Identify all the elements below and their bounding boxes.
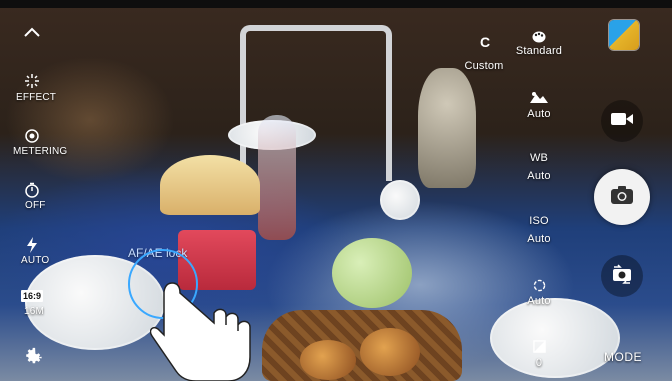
camera-icon [611, 185, 633, 209]
custom-label: Custom [464, 60, 504, 72]
iso-value: Auto [527, 233, 551, 245]
palette-icon[interactable] [530, 30, 548, 44]
metering-label: METERING [13, 146, 68, 157]
aperture-icon[interactable] [531, 277, 547, 293]
effect-label: EFFECT [16, 92, 57, 103]
gear-icon[interactable] [21, 345, 45, 369]
gallery-thumbnail[interactable] [609, 20, 639, 50]
hdr-value: Auto [527, 108, 551, 120]
camera-ui: EFFECT METERING OFF AUTO 16:9 16M AF/AE … [0, 0, 672, 381]
switch-camera-icon [610, 263, 634, 289]
hdr-icon[interactable] [529, 90, 549, 104]
shutter-button[interactable] [594, 169, 650, 225]
flash-label: AUTO [21, 255, 50, 266]
mode-button[interactable]: MODE [604, 350, 642, 364]
video-camera-icon [611, 112, 633, 131]
custom-letter[interactable]: C [480, 34, 490, 50]
tap-hand-icon [150, 275, 260, 381]
shutter-speed-value: Auto [527, 295, 551, 307]
chevron-up-icon[interactable] [20, 22, 44, 42]
sparkle-icon[interactable] [22, 71, 42, 91]
wb-value: Auto [527, 170, 551, 182]
metering-icon[interactable] [22, 126, 42, 146]
timer-icon[interactable] [22, 180, 42, 200]
standard-label: Standard [515, 45, 563, 57]
flash-icon[interactable] [22, 235, 42, 255]
timer-label: OFF [25, 200, 46, 211]
exposure-value: 0 [535, 357, 543, 369]
wb-label[interactable]: WB [530, 152, 548, 164]
ratio-badge[interactable]: 16:9 [21, 290, 44, 302]
iso-label[interactable]: ISO [529, 215, 549, 227]
resolution-label: 16M [24, 306, 45, 317]
switch-camera-button[interactable] [601, 255, 643, 297]
video-record-button[interactable] [601, 100, 643, 142]
exposure-icon[interactable] [531, 338, 547, 354]
